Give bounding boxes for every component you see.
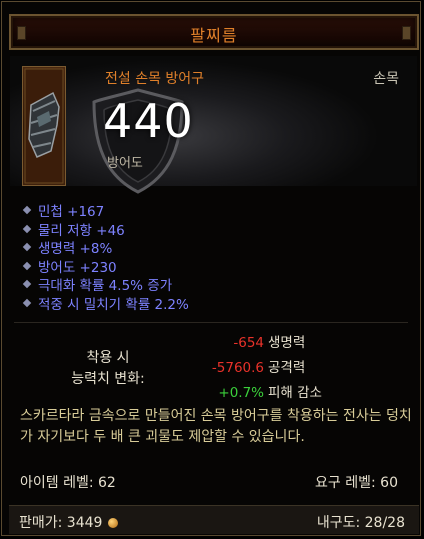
flavor-text: 스카르타라 금속으로 만들어진 손목 방어구를 착용하는 전사는 덩치가 자기보… bbox=[20, 408, 412, 445]
armor-value: 440 bbox=[103, 94, 194, 148]
diamond-bullet-icon bbox=[22, 243, 32, 252]
required-level: 요구 레벨: 60 bbox=[315, 475, 398, 491]
stat-change-life: -654 생명력 bbox=[233, 335, 306, 351]
property-line: 물리 저항 +46 bbox=[22, 220, 189, 239]
sell-price: 판매가: 3449 bbox=[19, 512, 119, 532]
durability: 내구도: 28/28 bbox=[316, 515, 405, 531]
property-line: 생명력 +8% bbox=[22, 238, 189, 257]
section-divider bbox=[14, 322, 408, 323]
property-line: 민첩 +167 bbox=[22, 201, 189, 220]
item-slot: 손목 bbox=[373, 71, 399, 87]
item-level: 아이템 레벨: 62 bbox=[20, 475, 116, 491]
gold-coin-icon bbox=[108, 518, 119, 528]
diamond-bullet-icon bbox=[22, 298, 32, 307]
comparison-label: 착용 시 능력치 변화: bbox=[71, 350, 145, 387]
item-levels: 아이템 레벨: 62 요구 레벨: 60 bbox=[20, 472, 398, 492]
item-tooltip: 팔찌름 전설 손목 방어구 손목 440 방어도 민첩 +167 물리 저항 +… bbox=[1, 1, 421, 536]
diamond-bullet-icon bbox=[22, 224, 32, 233]
item-title: 팔찌름 bbox=[190, 26, 238, 45]
diamond-bullet-icon bbox=[22, 206, 32, 215]
bracer-icon bbox=[22, 66, 66, 186]
stat-change-toughness: +0.7% 피해 감소 bbox=[218, 385, 322, 401]
property-line: 극대화 확률 4.5% 증가 bbox=[22, 275, 189, 294]
diamond-bullet-icon bbox=[22, 280, 32, 289]
property-line: 적중 시 밀치기 확률 2.2% bbox=[22, 294, 189, 313]
armor-label: 방어도 bbox=[107, 156, 143, 171]
diamond-bullet-icon bbox=[22, 261, 32, 270]
item-properties: 민첩 +167 물리 저항 +46 생명력 +8% 방어도 +230 극대화 확… bbox=[22, 201, 189, 313]
item-name: 전설 손목 방어구 bbox=[105, 71, 205, 87]
tooltip-footer: 판매가: 3449 내구도: 28/28 bbox=[9, 505, 419, 534]
stat-change-damage: -5760.6 공격력 bbox=[211, 360, 306, 376]
property-line: 방어도 +230 bbox=[22, 257, 189, 276]
title-bar: 팔찌름 bbox=[9, 14, 419, 50]
item-header: 전설 손목 방어구 손목 440 방어도 bbox=[10, 56, 417, 194]
